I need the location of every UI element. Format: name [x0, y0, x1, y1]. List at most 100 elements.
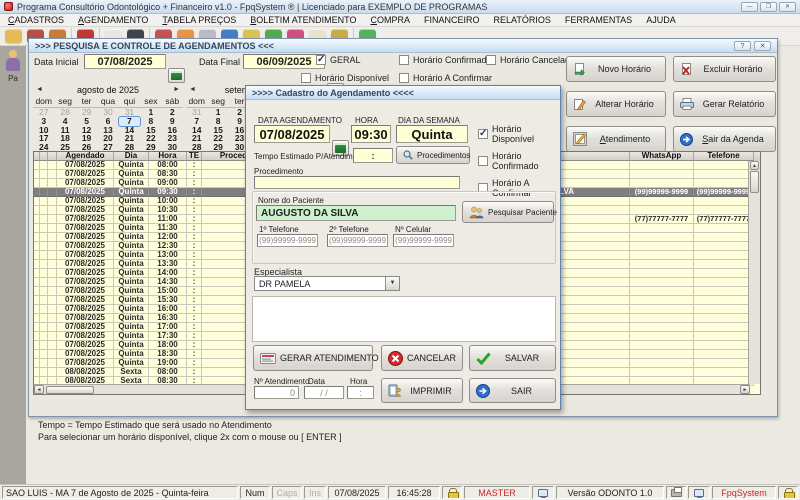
procedimento-field[interactable] [254, 176, 460, 189]
menu-item[interactable]: RELATÓRIOS [493, 15, 550, 25]
search-dialog-titlebar[interactable]: >>> PESQUISA E CONTROLE DE AGENDAMENTOS … [29, 39, 777, 53]
dia-da-semana-field[interactable]: Quinta [396, 125, 468, 143]
dia-da-semana-label: DIA DA SEMANA [398, 116, 460, 125]
scroll-left-icon[interactable]: ◄ [34, 385, 44, 394]
calendar-august: ◄ agosto de 2025 ► domsegterquaquisexsáb… [33, 83, 183, 161]
hora-atendimento-field[interactable]: : [347, 386, 374, 399]
left-toolbar: Pa [0, 46, 26, 484]
data-inicial-field[interactable]: 07/08/2025 [84, 54, 166, 69]
especialista-dropdown[interactable]: DR PAMELA ▼ [254, 276, 400, 291]
status-monitor [688, 486, 710, 499]
dialog-help-button[interactable]: ? [734, 41, 751, 51]
checkbox-geral-box[interactable] [316, 55, 326, 65]
status-checkbox[interactable]: Horário Disponível [478, 124, 560, 144]
gerar-atendimento-button[interactable]: GERAR ATENDIMENTO [253, 345, 373, 371]
menu-item[interactable]: FERRAMENTAS [565, 15, 632, 25]
menu-item[interactable]: AGENDAMENTO [78, 15, 148, 25]
calendar-next-icon[interactable]: ► [173, 86, 180, 93]
checkbox-horario-confirmado[interactable]: Horário Confirmado [399, 55, 492, 65]
vertical-scrollbar[interactable]: ▲ [748, 161, 760, 384]
excluir-horario-button[interactable]: Excluir Horário [673, 56, 776, 82]
menu-item[interactable]: COMPRA [370, 15, 410, 25]
notes-area[interactable] [252, 296, 556, 342]
status-brand: FpqSystem [712, 486, 776, 499]
menu-item[interactable]: CADASTROS [8, 15, 64, 25]
hora-label: HORA [355, 116, 378, 125]
hint-text: Tempo = Tempo Estimado que será usado no… [38, 419, 342, 443]
sair-da-agenda-button[interactable]: Sair da Agenda [673, 126, 776, 152]
numero-atendimento-field[interactable]: 0 [254, 386, 299, 399]
nome-paciente-field[interactable]: AUGUSTO DA SILVA [256, 205, 456, 221]
calendar-august-title: agosto de 2025 [43, 85, 173, 95]
menu-item[interactable]: AJUDA [646, 15, 676, 25]
calendar-prev-icon[interactable]: ◄ [189, 86, 196, 93]
data-final-field[interactable]: 06/09/2025 [243, 54, 325, 69]
edit-pencil-icon [573, 98, 586, 111]
maximize-button[interactable]: ❐ [760, 2, 777, 12]
alterar-horario-button[interactable]: Alterar Horário [566, 91, 666, 117]
data-inicial-calendar-icon[interactable] [168, 68, 185, 83]
exit-arrow-icon [680, 133, 693, 146]
scroll-right-icon[interactable]: ► [740, 385, 750, 394]
hora-field[interactable]: 09:30 [351, 125, 391, 143]
imprimir-button[interactable]: IMPRIMIR [381, 378, 463, 403]
minimize-button[interactable]: — [741, 2, 758, 12]
menu-item[interactable]: FINANCEIRO [424, 15, 480, 25]
procedimentos-button[interactable]: Procedimentos [396, 146, 470, 164]
gerar-relatorio-button[interactable]: Gerar Relatório [673, 91, 776, 117]
status-checkbox[interactable]: Horário Confirmado [478, 151, 560, 171]
atendimento-button[interactable]: Atendimento [566, 126, 666, 152]
search-dialog-title: >>> PESQUISA E CONTROLE DE AGENDAMENTOS … [35, 41, 274, 51]
status-time: 16:45:28 [388, 486, 440, 499]
col-agendado[interactable]: Agendado [57, 152, 114, 161]
telefone1-field[interactable]: (99)99999-9999 [257, 234, 318, 247]
celular-field[interactable]: (99)99999-9999 [393, 234, 454, 247]
telefone2-field[interactable]: (99)99999-9999 [327, 234, 388, 247]
data-agendamento-field[interactable]: 07/08/2025 [254, 125, 330, 143]
patients-icon[interactable] [5, 50, 21, 72]
tempo-estimado-field[interactable]: : [353, 148, 393, 163]
checkbox-horario-disponivel[interactable]: Horário Disponível [301, 73, 389, 83]
status-printer [666, 486, 686, 499]
patient-icon[interactable] [5, 29, 22, 43]
status-user: MASTER [464, 486, 530, 499]
nome-paciente-label: Nome do Paciente [258, 196, 324, 205]
celular-label: Nº Celular [395, 225, 431, 234]
telefone2-label: 2º Telefone [329, 225, 369, 234]
weekday-label: dom [186, 96, 207, 107]
status-version: Versão ODONTO 1.0 [556, 486, 664, 499]
menu-item[interactable]: BOLETIM ATENDIMENTO [250, 15, 356, 25]
scroll-up-icon[interactable]: ▲ [750, 161, 759, 170]
weekday-label: dom [33, 96, 54, 107]
horizontal-scroll-thumb[interactable] [46, 386, 94, 394]
checkbox-geral[interactable]: GERAL [316, 55, 361, 65]
calendar-prev-icon[interactable]: ◄ [36, 86, 43, 93]
weekday-label: qua [97, 96, 118, 107]
exit-arrow-icon [476, 384, 490, 398]
cadastro-modal-titlebar[interactable]: >>>> Cadastro do Agendamento <<<< [246, 86, 560, 100]
lock-icon [784, 488, 793, 497]
telefone1-label: 1º Telefone [259, 225, 299, 234]
checkbox-horario-a-confirmar[interactable]: Horário A Confirmar [399, 73, 492, 83]
chevron-down-icon[interactable]: ▼ [385, 277, 399, 290]
col-dia[interactable]: Dia [114, 152, 149, 161]
dialog-close-button[interactable]: ✕ [754, 41, 771, 51]
col-te[interactable]: TE [187, 152, 202, 161]
col-whatsapp[interactable]: WhatsApp [630, 152, 694, 161]
vertical-scroll-thumb[interactable] [750, 171, 759, 193]
weekday-label: qui [119, 96, 140, 107]
check-icon [476, 352, 491, 365]
col-hora[interactable]: Hora [149, 152, 187, 161]
status-lock-2 [778, 486, 798, 499]
close-button[interactable]: ✕ [779, 2, 796, 12]
menu-item[interactable]: TABELA PREÇOS [162, 15, 236, 25]
novo-horario-button[interactable]: Novo Horário [566, 56, 666, 82]
new-document-icon [573, 63, 586, 76]
data-atendimento-field[interactable]: / / [304, 386, 344, 399]
pesquisar-paciente-button[interactable]: Pesquisar Paciente [462, 201, 554, 223]
salvar-button[interactable]: SALVAR [469, 345, 556, 371]
data-inicial-label: Data Inicial [34, 57, 79, 67]
col-telefone[interactable]: Telefone [694, 152, 754, 161]
cancelar-button[interactable]: CANCELAR [381, 345, 463, 371]
sair-button[interactable]: SAIR [469, 378, 556, 403]
